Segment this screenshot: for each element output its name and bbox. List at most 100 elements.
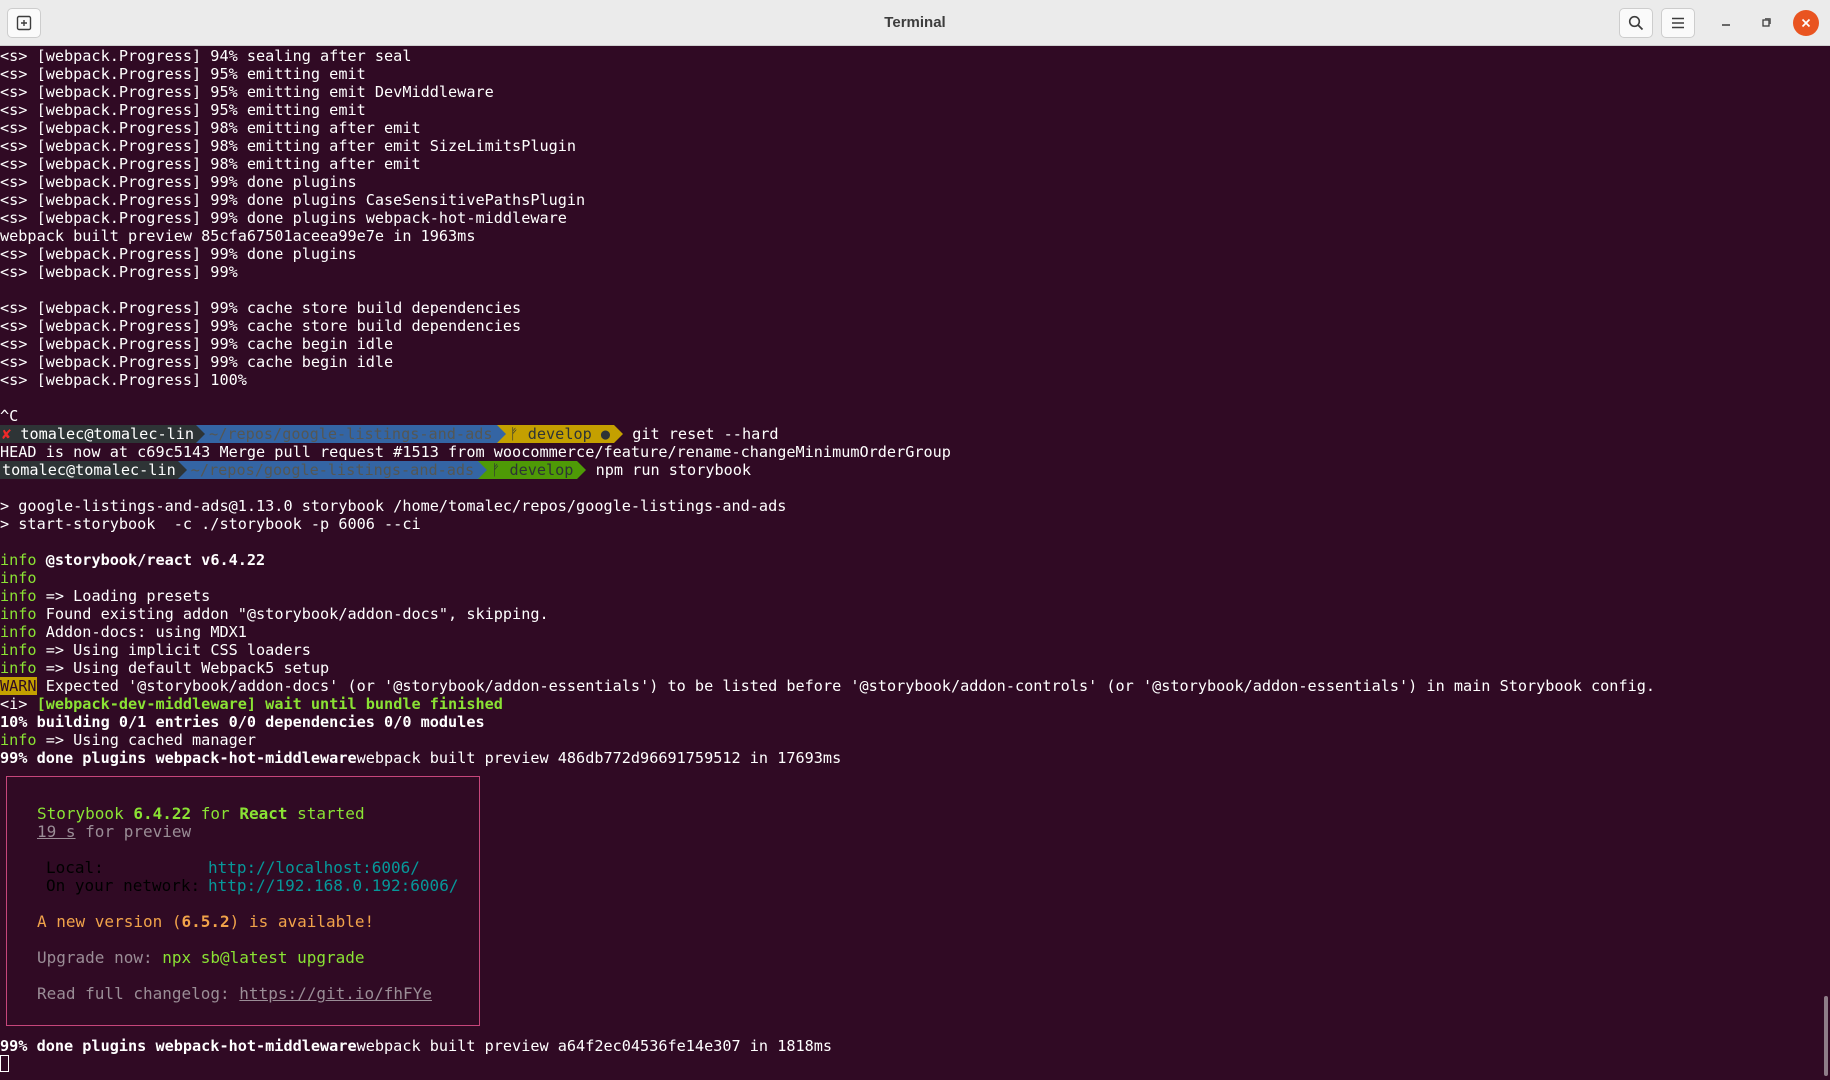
info-text: => Using default Webpack5 setup [45,659,330,677]
prompt-separator [196,425,206,443]
log-line: <s> [webpack.Progress] 99% done plugins [0,173,357,191]
maximize-button[interactable] [1753,10,1779,36]
info-tag: info [0,731,37,749]
info-line: info => Using cached manager [0,731,1820,749]
info-line: info => Loading presets [0,587,1820,605]
log-line: <s> [webpack.Progress] 98% emitting afte… [0,155,421,173]
box-time-line: 19 s for preview [37,822,192,841]
network-url-link[interactable]: http://192.168.0.192:6006/ [208,876,458,895]
built-text: webpack built preview a64f2ec04536fe14e3… [356,1037,833,1055]
local-url-link[interactable]: http://localhost:6006/ [208,858,420,877]
box-sb-version: 6.4.22 [133,804,192,823]
local-label: Local: [46,858,104,877]
prompt-line: tomalec@tomalec-lin ~/repos/google-listin… [0,461,1820,479]
box-for-preview: for preview [85,822,192,841]
prompt-separator [478,461,488,479]
close-button[interactable] [1793,10,1819,36]
prompt-command: npm run storybook [595,461,752,479]
box-new-version-line: A new version (6.5.2) is available! [37,912,375,931]
info-tag: info [0,623,37,641]
built-line: 99% done plugins webpack-hot-middlewarew… [0,1037,1820,1055]
warn-line: WARN Expected '@storybook/addon-docs' (o… [0,677,1820,695]
info-tag: info [0,659,37,677]
building-line: 10% building 0/1 entries 0/0 dependencie… [0,713,485,731]
webpack-log: <s> [webpack.Progress] 94% sealing after… [0,47,1820,425]
info-line: info => Using implicit CSS loaders [0,641,1820,659]
npm-script-line: > start-storybook -c ./storybook -p 6006… [0,515,421,533]
log-line: <s> [webpack.Progress] 99% done plugins [0,245,357,263]
info-tag: info [0,605,37,623]
upgrade-command: npx sb@latest upgrade [162,948,365,967]
menu-button[interactable] [1661,8,1695,38]
prompt-command: git reset --hard [632,425,779,443]
prompt-separator [496,425,506,443]
info-line: info Addon-docs: using MDX1 [0,623,1820,641]
log-line: <s> [webpack.Progress] 99% cache begin i… [0,335,394,353]
search-icon [1628,15,1644,31]
scrollbar[interactable] [1824,996,1828,1076]
log-line: <s> [webpack.Progress] 99% [0,263,238,281]
info-line: info => Using default Webpack5 setup [0,659,1820,677]
box-started-line: Storybook 6.4.22 for React started [37,804,365,823]
prompt-user-segment: ✘ tomalec@tomalec-lin [0,425,197,443]
info-tag: info [0,569,37,587]
log-line: <s> [webpack.Progress] 99% done plugins … [0,209,567,227]
built-progress: 99% done plugins webpack-hot-middleware [0,1037,357,1055]
wdm-text: [webpack-dev-middleware] wait until bund… [36,695,503,713]
changelog-label: Read full changelog: [37,984,230,1003]
cursor-line [0,1055,1820,1073]
new-tab-button[interactable] [7,8,41,38]
warn-tag: WARN [0,677,37,695]
title-bar: Terminal [0,0,1830,46]
prompt-user: tomalec@tomalec-lin [0,461,178,479]
minimize-icon [1722,24,1730,26]
box-sb-name: Storybook [37,804,124,823]
warn-text: Expected '@storybook/addon-docs' (or '@s… [45,677,1656,695]
changelog-link[interactable]: https://git.io/fhFYe [239,984,432,1003]
built-text: webpack built preview 486db772d966917595… [356,749,842,767]
log-line: <s> [webpack.Progress] 99% cache begin i… [0,353,394,371]
info-text: => Loading presets [45,587,211,605]
info-line: info [0,569,1820,587]
network-label: On your network: [46,876,201,895]
log-line: webpack built preview 85cfa67501aceea99e… [0,227,476,245]
minimize-button[interactable] [1713,10,1739,36]
info-text: @storybook/react v6.4.22 [45,551,266,569]
info-text: Found existing addon "@storybook/addon-d… [45,605,549,623]
prompt-path: ~/repos/google-listings-and-ads [186,461,479,479]
log-line: <s> [webpack.Progress] 94% sealing after… [0,47,412,65]
info-text: => Using cached manager [45,731,257,749]
built-progress: 99% done plugins webpack-hot-middleware [0,749,357,767]
box-upgrade-line: Upgrade now: npx sb@latest upgrade [37,948,365,967]
error-mark: ✘ [2,425,12,443]
terminal-tail[interactable]: 99% done plugins webpack-hot-middlewarew… [0,1037,1820,1079]
log-line: ^C [0,407,19,425]
text-cursor [0,1055,9,1072]
log-line: <s> [webpack.Progress] 95% emitting emit [0,101,366,119]
new-tab-icon [16,15,32,31]
built-line: 99% done plugins webpack-hot-middlewarew… [0,749,1820,767]
log-line: <s> [webpack.Progress] 99% done plugins … [0,191,586,209]
prompt-branch: ᚠ develop ● [505,425,615,443]
log-line: <s> [webpack.Progress] 99% cache store b… [0,317,522,335]
dev-middleware-line: <i> [webpack-dev-middleware] wait until … [0,695,1820,713]
info-line: info Found existing addon "@storybook/ad… [0,605,1820,623]
close-icon [1801,18,1811,28]
log-line: <s> [webpack.Progress] 98% emitting afte… [0,137,577,155]
prompt-separator [614,425,624,443]
info-text: Addon-docs: using MDX1 [45,623,247,641]
prompt-branch: ᚠ develop [487,461,578,479]
search-button[interactable] [1619,8,1653,38]
info-text: => Using implicit CSS loaders [45,641,311,659]
new-version-post: ) is available! [229,912,375,931]
npm-script-line: > google-listings-and-ads@1.13.0 storybo… [0,497,787,515]
maximize-icon [1762,18,1771,27]
prompt-line: ✘ tomalec@tomalec-lin ~/repos/google-list… [0,425,1820,443]
box-started: started [297,804,365,823]
box-network-line: On your network: [46,876,201,895]
prompt-separator [577,461,587,479]
log-line: <s> [webpack.Progress] 100% [0,371,247,389]
log-line: <s> [webpack.Progress] 99% cache store b… [0,299,522,317]
